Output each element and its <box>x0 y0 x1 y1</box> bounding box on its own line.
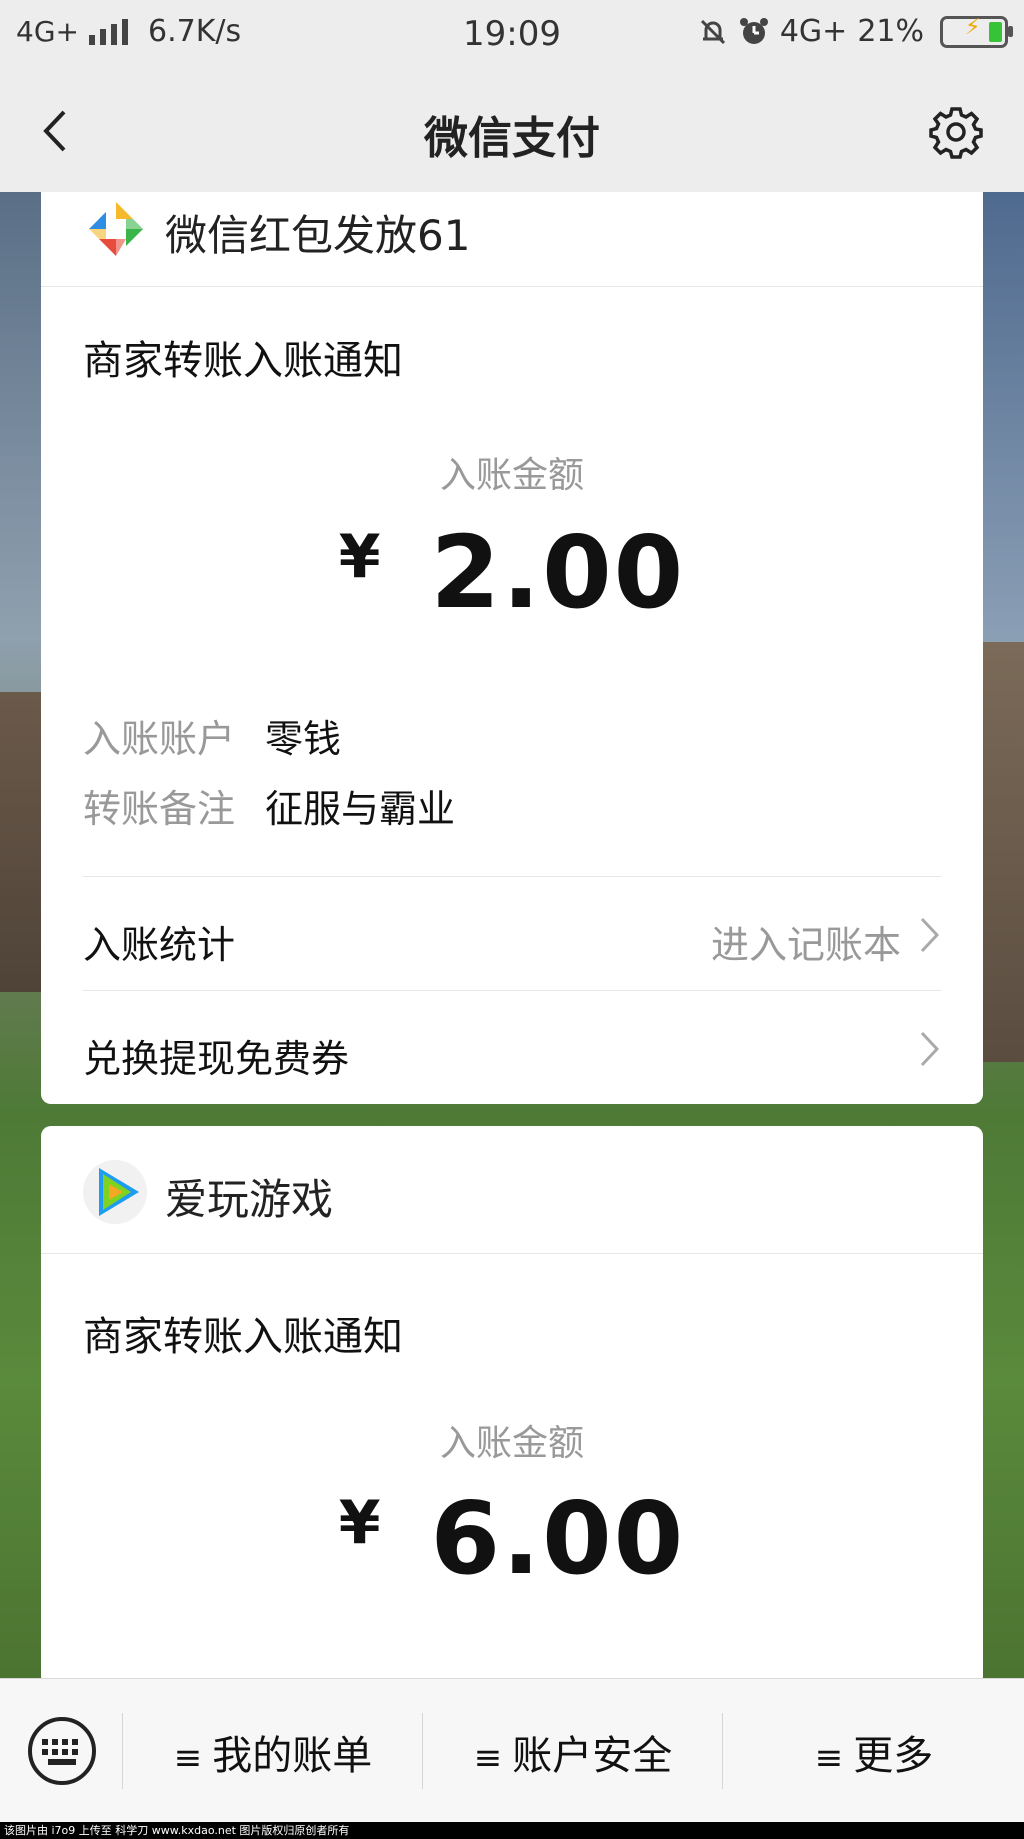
nav-bar: 微信支付 <box>0 68 1024 192</box>
network-type-right: 4G+ <box>779 14 848 49</box>
watermark-text: 该图片由 i7o9 上传至 科学刀 www.kxdao.net 图片版权归原创者… <box>0 1822 1024 1839</box>
amount-value: 6.00 <box>430 1480 686 1597</box>
link-label: 兑换提现免费券 <box>83 1037 350 1081</box>
gear-icon[interactable] <box>928 104 984 160</box>
notice-title: 商家转账入账通知 <box>83 338 403 384</box>
hamburger-icon: ≡ <box>173 1738 203 1778</box>
menu-my-bills[interactable]: ≡ 我的账单 <box>124 1723 422 1783</box>
menu-more[interactable]: ≡ 更多 <box>724 1723 1024 1783</box>
mute-bell-icon <box>700 19 725 44</box>
app-name: 爱玩游戏 <box>165 1175 334 1224</box>
chevron-right-icon <box>920 1031 940 1067</box>
status-right: 4G+ 21% ⚡ <box>698 14 1013 49</box>
detail-key: 入账账户 <box>83 717 236 761</box>
chevron-right-icon <box>920 917 940 953</box>
divider <box>83 990 941 991</box>
amount-label: 入账金额 <box>439 455 584 496</box>
menu-label: 我的账单 <box>212 1733 373 1779</box>
amount: ¥2.00 <box>41 514 983 631</box>
menu-separator <box>722 1713 723 1789</box>
status-bar: 4G+ 6.7K/s 19:09 4G+ 21% ⚡ <box>0 0 1024 68</box>
menu-separator <box>122 1713 123 1789</box>
menu-label: 账户安全 <box>512 1733 673 1779</box>
card-header[interactable]: 爱玩游戏 <box>41 1126 983 1254</box>
menu-account-security[interactable]: ≡ 账户安全 <box>424 1723 722 1783</box>
wechat-redpacket-logo-icon <box>89 202 143 256</box>
divider <box>83 876 941 877</box>
currency-symbol: ¥ <box>338 522 383 592</box>
hamburger-icon: ≡ <box>473 1738 503 1778</box>
alarm-icon <box>739 17 768 44</box>
detail-key: 转账备注 <box>83 787 236 831</box>
menu-label: 更多 <box>853 1733 934 1779</box>
menu-separator <box>422 1713 423 1789</box>
detail-value: 征服与霸业 <box>265 787 456 831</box>
detail-row-account: 入账账户 零钱 <box>83 708 341 763</box>
notice-title: 商家转账入账通知 <box>83 1314 403 1360</box>
play-logo-icon <box>83 1160 147 1224</box>
amount-value: 2.00 <box>430 514 686 631</box>
amount: ¥6.00 <box>41 1480 983 1597</box>
card-header[interactable]: 微信红包发放61 <box>41 192 983 287</box>
amount-label: 入账金额 <box>439 1423 584 1464</box>
payment-card-2: 爱玩游戏 商家转账入账通知 入账金额 ¥6.00 <box>41 1126 983 1686</box>
detail-row-remark: 转账备注 征服与霸业 <box>83 778 455 833</box>
battery-percent: 21% <box>857 14 924 49</box>
link-label: 入账统计 <box>83 923 236 967</box>
detail-value: 零钱 <box>265 717 342 761</box>
currency-symbol: ¥ <box>338 1488 383 1558</box>
keyboard-icon[interactable] <box>26 1715 98 1787</box>
income-stats-link[interactable]: 入账统计 进入记账本 <box>83 878 941 990</box>
link-extra: 进入记账本 <box>710 923 901 967</box>
bottom-menu-bar: ≡ 我的账单 ≡ 账户安全 ≡ 更多 <box>0 1678 1024 1823</box>
app-name: 微信红包发放61 <box>165 211 471 260</box>
battery-icon: ⚡ <box>940 15 1013 48</box>
hamburger-icon: ≡ <box>814 1738 844 1778</box>
payment-card-1: 微信红包发放61 商家转账入账通知 入账金额 ¥2.00 入账账户 零钱 转账备注… <box>41 192 983 1104</box>
page-title: 微信支付 <box>424 113 600 164</box>
redeem-coupon-link[interactable]: 兑换提现免费券 <box>83 992 941 1104</box>
